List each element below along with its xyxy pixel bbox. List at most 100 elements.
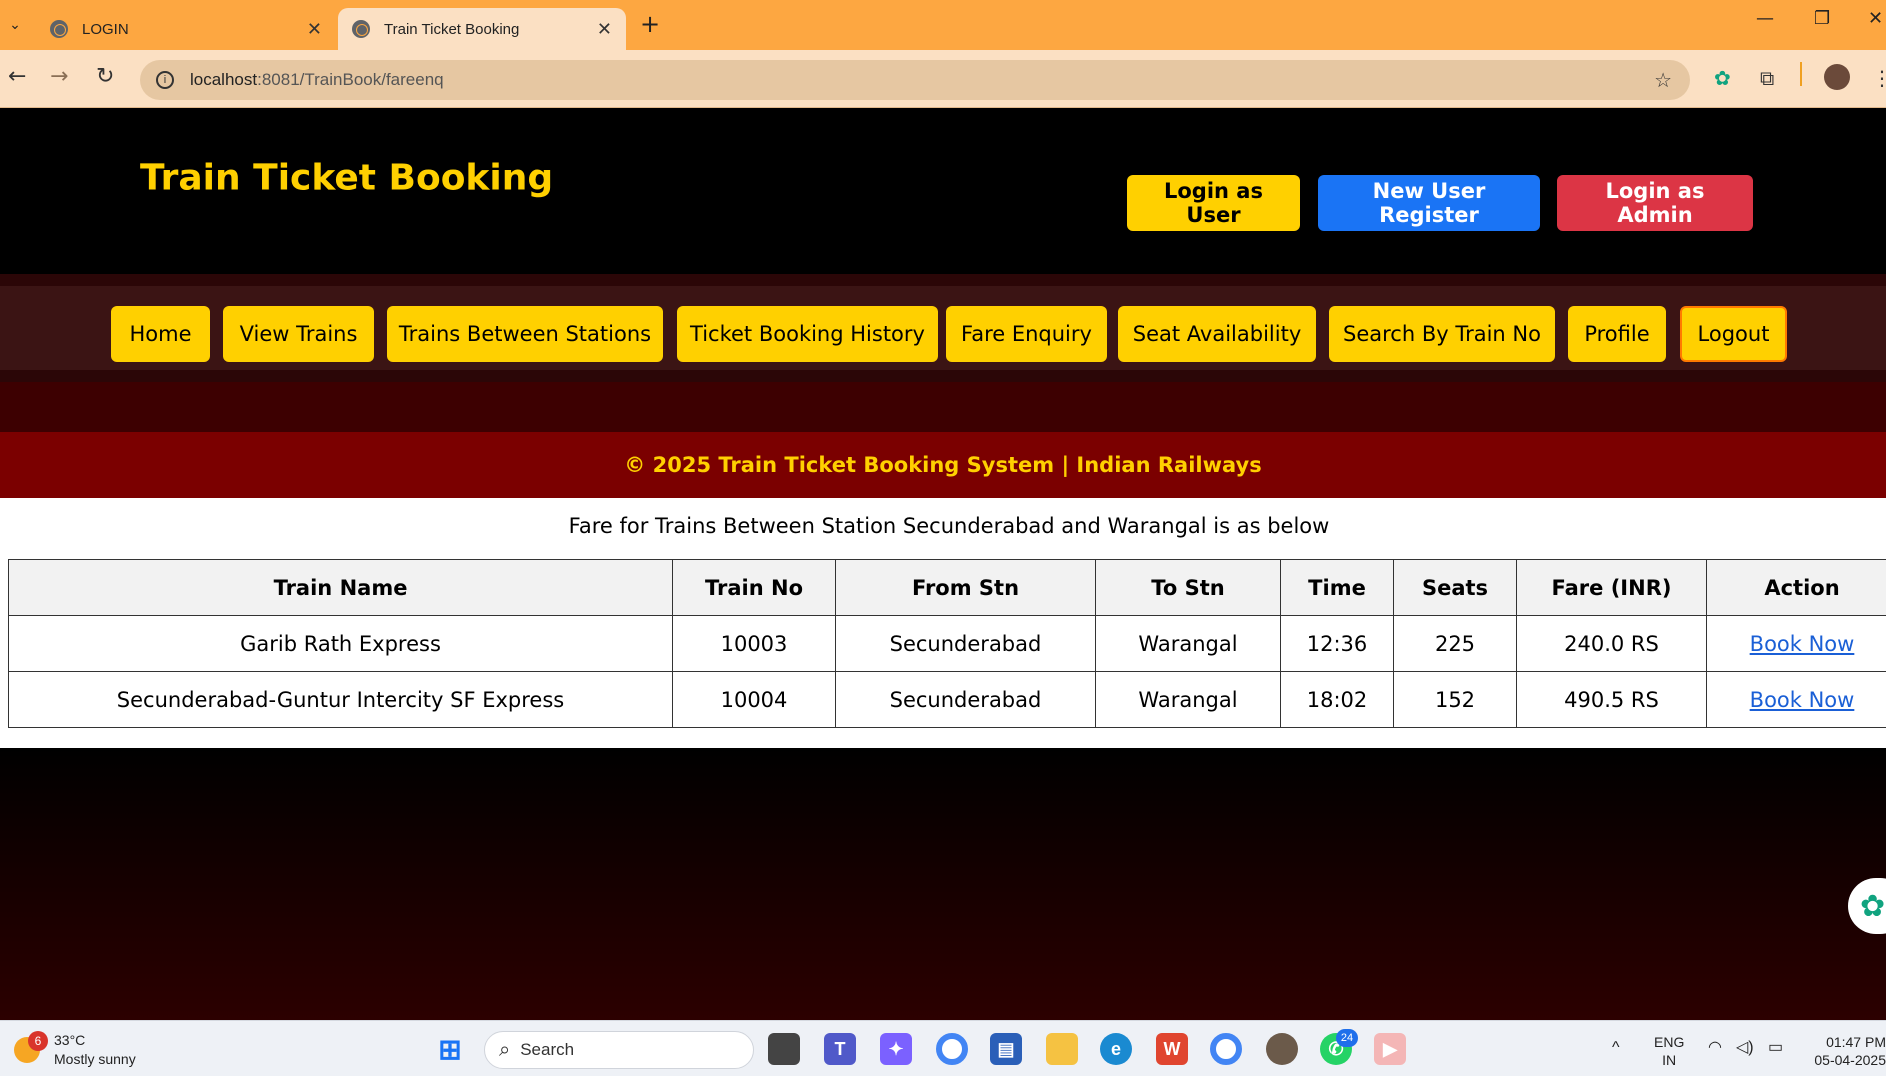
globe-icon [352,20,370,38]
time-cell: 12:36 [1280,615,1394,672]
clock-time: 01:47 PM [1826,1034,1886,1050]
sun-icon: 6 [14,1031,48,1063]
column-header: To Stn [1095,559,1281,616]
clock[interactable]: 01:47 PM 05-04-2025 [1806,1033,1886,1069]
to-station-cell: Warangal [1095,671,1281,728]
volume-icon[interactable]: ◁) [1736,1039,1754,1057]
address-toolbar: ← → ↻ i localhost:8081/TrainBook/fareenq… [0,50,1886,108]
seats-cell: 152 [1393,671,1517,728]
browser-menu-icon[interactable]: ⋮ [1872,66,1886,90]
from-station-cell: Secunderabad [835,671,1096,728]
forward-arrow-icon[interactable]: → [50,64,68,89]
site-header: Train Ticket Booking Login as User New U… [0,108,1886,274]
notification-badge: 6 [28,1031,48,1051]
copyright-bar: © 2025 Train Ticket Booking System | Ind… [0,432,1886,498]
file-viewer-icon[interactable] [768,1033,800,1065]
book-now-link[interactable]: Book Now [1750,688,1855,712]
nav-ticket-booking-history-button[interactable]: Ticket Booking History [677,306,938,362]
column-header: Fare (INR) [1516,559,1707,616]
wifi-icon[interactable]: ◠ [1708,1039,1722,1057]
close-icon[interactable]: ✕ [307,19,322,40]
media-app-icon[interactable]: ▶ [1374,1033,1406,1065]
login-as-user-button[interactable]: Login as User [1127,175,1300,231]
minimize-icon[interactable]: — [1756,8,1774,29]
column-header: Seats [1393,559,1517,616]
show-hidden-icons-chevron[interactable]: ^ [1612,1039,1620,1057]
nav-logout-button[interactable]: Logout [1680,306,1787,362]
url-bar[interactable]: i localhost:8081/TrainBook/fareenq ☆ [140,60,1690,100]
browser-tab-train-booking[interactable]: Train Ticket Booking ✕ [338,8,626,50]
table-row: Secunderabad-Guntur Intercity SF Express… [8,671,1886,728]
temperature-text: 33°C [54,1032,86,1048]
column-header: Train Name [8,559,673,616]
file-explorer-icon[interactable] [1046,1033,1078,1065]
nav-home-button[interactable]: Home [111,306,210,362]
new-user-register-button[interactable]: New User Register [1318,175,1540,231]
store-icon[interactable]: ▤ [990,1033,1022,1065]
from-station-cell: Secunderabad [835,615,1096,672]
weather-widget[interactable]: 6 33°C Mostly sunny [14,1031,136,1069]
action-cell: Book Now [1706,615,1886,672]
train-no-cell: 10004 [672,671,836,728]
chrome-profile-icon[interactable] [1210,1033,1242,1065]
train-name-cell: Garib Rath Express [8,615,673,672]
profile-avatar[interactable] [1824,64,1850,90]
close-icon[interactable]: ✕ [597,19,612,40]
fare-cell: 490.5 RS [1516,671,1707,728]
new-tab-plus-icon[interactable]: + [640,10,660,38]
whatsapp-badge: 24 [1336,1029,1358,1047]
page-background [0,748,1886,1020]
to-station-cell: Warangal [1095,615,1281,672]
login-as-admin-button[interactable]: Login as Admin [1557,175,1753,231]
train-no-cell: 10003 [672,615,836,672]
browser-tab-login[interactable]: LOGIN ✕ [36,8,336,50]
browser-tab-bar: ⌄ LOGIN ✕ Train Ticket Booking ✕ + — ❐ ✕ [0,0,1886,50]
seats-cell: 225 [1393,615,1517,672]
nav-profile-button[interactable]: Profile [1568,306,1666,362]
tab-title: LOGIN [82,20,129,38]
language-indicator[interactable]: ENG IN [1654,1033,1684,1069]
site-info-icon[interactable]: i [156,71,174,89]
spacer-band [0,382,1886,432]
copilot-icon[interactable]: ✦ [880,1033,912,1065]
column-header: Action [1706,559,1886,616]
tab-title: Train Ticket Booking [384,20,520,38]
nav-search-by-train-no-button[interactable]: Search By Train No [1329,306,1555,362]
wps-office-icon[interactable]: W [1156,1033,1188,1065]
table-header-row: Train Name Train No From Stn To Stn Time… [8,559,1886,616]
fare-caption: Fare for Trains Between Station Secunder… [568,514,1330,538]
bookmark-star-icon[interactable]: ☆ [1654,68,1672,93]
train-name-cell: Secunderabad-Guntur Intercity SF Express [8,671,673,728]
extensions-puzzle-icon[interactable]: ⧉ [1760,66,1774,90]
site-title: Train Ticket Booking [140,157,554,199]
url-text[interactable]: localhost:8081/TrainBook/fareenq [190,70,444,90]
table-row: Garib Rath Express 10003 Secunderabad Wa… [8,615,1886,672]
nav-view-trains-button[interactable]: View Trains [223,306,374,362]
globe-icon [50,20,68,38]
back-arrow-icon[interactable]: ← [8,64,26,89]
action-cell: Book Now [1706,671,1886,728]
book-now-link[interactable]: Book Now [1750,632,1855,656]
chatgpt-extension-icon[interactable]: ✿ [1714,66,1731,90]
app-icon[interactable] [1266,1033,1298,1065]
nav-trains-between-stations-button[interactable]: Trains Between Stations [387,306,663,362]
fare-cell: 240.0 RS [1516,615,1707,672]
fare-enquiry-section: Fare for Trains Between Station Secunder… [0,498,1886,748]
battery-icon[interactable]: ▭ [1768,1039,1783,1057]
chrome-icon[interactable] [936,1033,968,1065]
nav-fare-enquiry-button[interactable]: Fare Enquiry [946,306,1107,362]
clock-date: 05-04-2025 [1814,1052,1886,1068]
column-header: Time [1280,559,1394,616]
reload-icon[interactable]: ↻ [96,64,114,89]
region-code: IN [1662,1052,1677,1068]
window-close-icon[interactable]: ✕ [1868,8,1883,29]
restore-icon[interactable]: ❐ [1814,8,1830,29]
tab-search-chevron-icon[interactable]: ⌄ [0,8,30,42]
language-code: ENG [1654,1034,1685,1050]
edge-icon[interactable]: e [1100,1033,1132,1065]
search-icon: ⌕ [499,1038,511,1061]
windows-start-icon[interactable]: ⊞ [434,1033,466,1065]
taskbar-search[interactable]: ⌕ Search [484,1031,754,1069]
nav-seat-availability-button[interactable]: Seat Availability [1118,306,1316,362]
teams-icon[interactable]: T [824,1033,856,1065]
